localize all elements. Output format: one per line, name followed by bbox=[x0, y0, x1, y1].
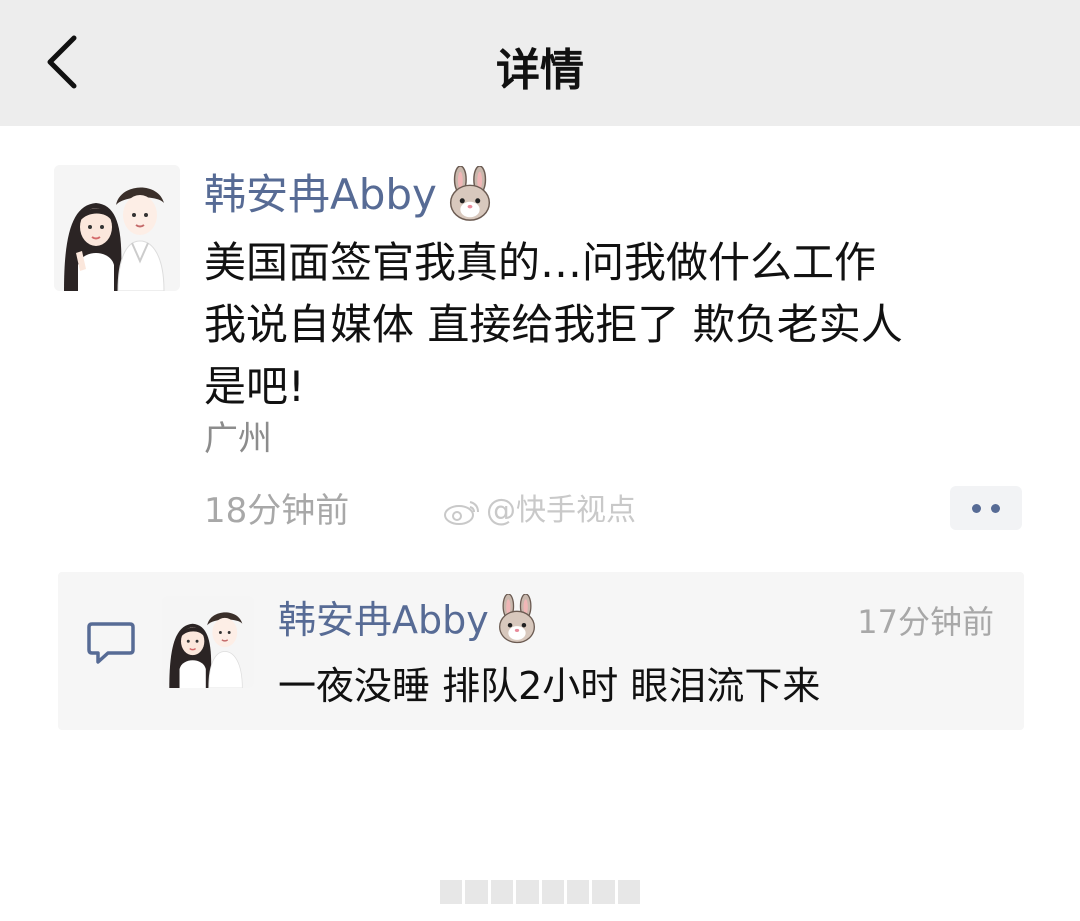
comment-bubble-icon bbox=[87, 622, 135, 664]
comment-author-name[interactable]: 韩安冉Abby bbox=[278, 590, 489, 650]
post-timestamp: 18分钟前 bbox=[204, 491, 350, 531]
more-dots-icon bbox=[991, 503, 1000, 513]
watermark-text: @快手视点 bbox=[486, 493, 636, 528]
couple-illustration-avatar bbox=[162, 596, 254, 688]
couple-illustration-avatar bbox=[54, 165, 180, 291]
post-author-name[interactable]: 韩安冉Abby bbox=[204, 162, 437, 228]
more-button[interactable] bbox=[950, 486, 1022, 530]
more-dots-icon bbox=[972, 503, 981, 513]
comment-author-row: 韩安冉Abby bbox=[278, 590, 543, 650]
comment-avatar[interactable] bbox=[162, 596, 254, 688]
navigation-bar: 详情 bbox=[0, 0, 1080, 126]
watermark: @快手视点 bbox=[442, 490, 636, 532]
rabbit-face-icon bbox=[498, 594, 535, 644]
post-location[interactable]: 广州 bbox=[204, 414, 272, 464]
weibo-icon bbox=[444, 501, 479, 525]
comment-text: 一夜没睡 排队2小时 眼泪流下来 bbox=[278, 664, 821, 708]
avatar[interactable] bbox=[54, 165, 180, 291]
comment-box: 韩安冉Abby 17分钟前 一夜没睡 排队2小时 眼泪流下来 bbox=[58, 572, 1024, 730]
rabbit-face-icon bbox=[449, 166, 490, 221]
post-text: 美国面签官我真的…问我做什么工作 我说自媒体 直接给我拒了 欺负老实人 是吧! bbox=[204, 238, 903, 411]
page-title: 详情 bbox=[496, 45, 584, 96]
footer-watermark bbox=[440, 880, 640, 904]
post-author-row: 韩安冉Abby bbox=[204, 162, 499, 228]
comment-timestamp: 17分钟前 bbox=[857, 603, 994, 641]
